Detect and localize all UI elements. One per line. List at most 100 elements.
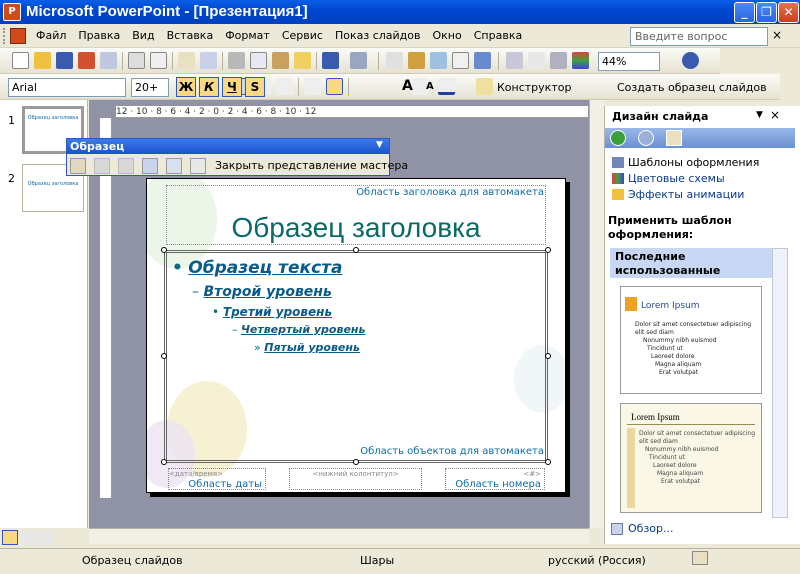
master-toolbar-title[interactable]: Образец <box>67 139 389 154</box>
font-name-select[interactable]: Arial <box>8 78 126 97</box>
hyperlink-icon[interactable] <box>474 52 491 69</box>
show-grid-icon[interactable] <box>550 52 567 69</box>
resize-handle[interactable] <box>353 459 359 465</box>
resize-handle[interactable] <box>161 247 167 253</box>
back-icon[interactable] <box>610 130 626 146</box>
format-painter-icon[interactable] <box>294 52 311 69</box>
bold-button[interactable]: Ж <box>176 77 196 97</box>
document-icon[interactable] <box>10 28 26 44</box>
help-search-input[interactable]: Введите вопрос <box>630 27 768 46</box>
increase-font-button[interactable]: A <box>402 78 413 94</box>
undo-icon[interactable] <box>322 52 339 69</box>
horizontal-scrollbar[interactable] <box>89 528 589 544</box>
font-size-select[interactable]: 20+ <box>131 78 169 97</box>
research-icon[interactable] <box>200 52 217 69</box>
email-icon[interactable] <box>100 52 117 69</box>
delete-master-icon[interactable] <box>118 158 134 174</box>
save-icon[interactable] <box>56 52 73 69</box>
text-level-5[interactable]: » Пятый уровень <box>254 341 360 354</box>
rename-master-icon[interactable] <box>166 158 182 174</box>
show-formatting-icon[interactable] <box>528 52 545 69</box>
new-icon[interactable] <box>12 52 29 69</box>
help-icon[interactable] <box>682 52 699 69</box>
resize-handle[interactable] <box>161 459 167 465</box>
menu-format[interactable]: Формат <box>219 24 276 48</box>
master-layout-icon[interactable] <box>190 158 206 174</box>
menu-grip[interactable] <box>3 28 6 44</box>
menu-insert[interactable]: Вставка <box>161 24 220 48</box>
browse-link[interactable]: Обзор... <box>628 522 674 535</box>
templates-scrollbar[interactable] <box>772 248 788 518</box>
document-close-icon[interactable]: × <box>770 28 784 42</box>
text-level-3[interactable]: • Третий уровень <box>212 305 332 319</box>
body-placeholder[interactable] <box>164 250 548 463</box>
color-grayscale-icon[interactable] <box>572 52 589 69</box>
template-thumbnail[interactable]: Lorem Ipsum Dolor sit amet consectetuer … <box>620 403 762 513</box>
shadow-button[interactable]: S <box>245 77 265 97</box>
date-placeholder[interactable]: <дата/время> Область даты <box>168 468 266 490</box>
expand-all-icon[interactable] <box>506 52 523 69</box>
footer-placeholder[interactable]: <нижний колонтитул> <box>289 468 422 490</box>
task-pane-dropdown-icon[interactable]: ▼ <box>756 110 763 120</box>
zoom-select[interactable]: 44% <box>598 52 660 71</box>
menu-edit[interactable]: Правка <box>72 24 126 48</box>
insert-chart-icon[interactable] <box>386 52 403 69</box>
forward-icon[interactable] <box>638 130 654 146</box>
italic-button[interactable]: К <box>199 77 219 97</box>
color-schemes-link[interactable]: Цветовые схемы <box>628 172 725 185</box>
copy-icon[interactable] <box>250 52 267 69</box>
text-level-2[interactable]: – Второй уровень <box>192 284 332 300</box>
designer-icon[interactable] <box>476 78 493 95</box>
tables-borders-icon[interactable] <box>430 52 447 69</box>
paste-icon[interactable] <box>272 52 289 69</box>
cut-icon[interactable] <box>228 52 245 69</box>
font-color-icon[interactable] <box>438 78 455 95</box>
task-pane-title[interactable]: Дизайн слайда <box>612 110 708 123</box>
slideshow-icon[interactable] <box>38 530 54 545</box>
text-level-4[interactable]: – Четвертый уровень <box>232 323 365 336</box>
align-right-icon[interactable] <box>276 78 293 95</box>
horizontal-ruler[interactable]: 12 · 10 · 8 · 6 · 4 · 2 · 0 · 2 · 4 · 6 … <box>116 106 588 118</box>
vertical-scrollbar[interactable] <box>589 100 604 528</box>
print-preview-icon[interactable] <box>150 52 167 69</box>
number-placeholder[interactable]: <#> Область номера <box>445 468 545 490</box>
toolbar-options-icon[interactable]: ▼ <box>376 140 383 150</box>
minimize-button[interactable]: _ <box>734 2 755 23</box>
insert-master-icon[interactable] <box>70 158 86 174</box>
close-master-view-button[interactable]: Закрыть представление мастера <box>215 159 408 172</box>
open-icon[interactable] <box>34 52 51 69</box>
resize-handle[interactable] <box>545 353 551 359</box>
maximize-button[interactable]: ❐ <box>756 2 777 23</box>
close-button[interactable]: ✕ <box>778 2 799 23</box>
spelling-status-icon[interactable] <box>692 551 708 565</box>
slide-sorter-icon[interactable] <box>20 530 36 545</box>
redo-icon[interactable] <box>350 52 367 69</box>
preserve-master-icon[interactable] <box>142 158 158 174</box>
print-icon[interactable] <box>128 52 145 69</box>
task-pane-close-icon[interactable]: × <box>770 108 780 122</box>
insert-diagram-icon[interactable] <box>452 52 469 69</box>
resize-handle[interactable] <box>161 353 167 359</box>
animation-schemes-link[interactable]: Эффекты анимации <box>628 188 744 201</box>
resize-handle[interactable] <box>545 459 551 465</box>
menu-slideshow[interactable]: Показ слайдов <box>329 24 427 48</box>
menu-file[interactable]: Файл <box>30 24 72 48</box>
numbering-icon[interactable] <box>304 78 321 95</box>
insert-title-master-icon[interactable] <box>94 158 110 174</box>
menu-tools[interactable]: Сервис <box>276 24 329 48</box>
design-templates-link[interactable]: Шаблоны оформления <box>628 156 759 169</box>
permission-icon[interactable] <box>78 52 95 69</box>
underline-button[interactable]: Ч <box>222 77 242 97</box>
menu-window[interactable]: Окно <box>427 24 468 48</box>
spelling-icon[interactable] <box>178 52 195 69</box>
new-master-button[interactable]: Создать образец слайдов <box>617 81 767 94</box>
home-icon[interactable] <box>666 130 682 146</box>
powerpoint-app-icon[interactable]: P <box>3 3 21 21</box>
resize-handle[interactable] <box>545 247 551 253</box>
menu-help[interactable]: Справка <box>468 24 528 48</box>
decrease-font-button[interactable]: A <box>426 81 434 92</box>
menu-view[interactable]: Вид <box>126 24 160 48</box>
text-level-1[interactable]: • Образец текста <box>172 258 343 278</box>
normal-view-icon[interactable] <box>2 530 18 545</box>
designer-button[interactable]: Конструктор <box>497 81 571 94</box>
